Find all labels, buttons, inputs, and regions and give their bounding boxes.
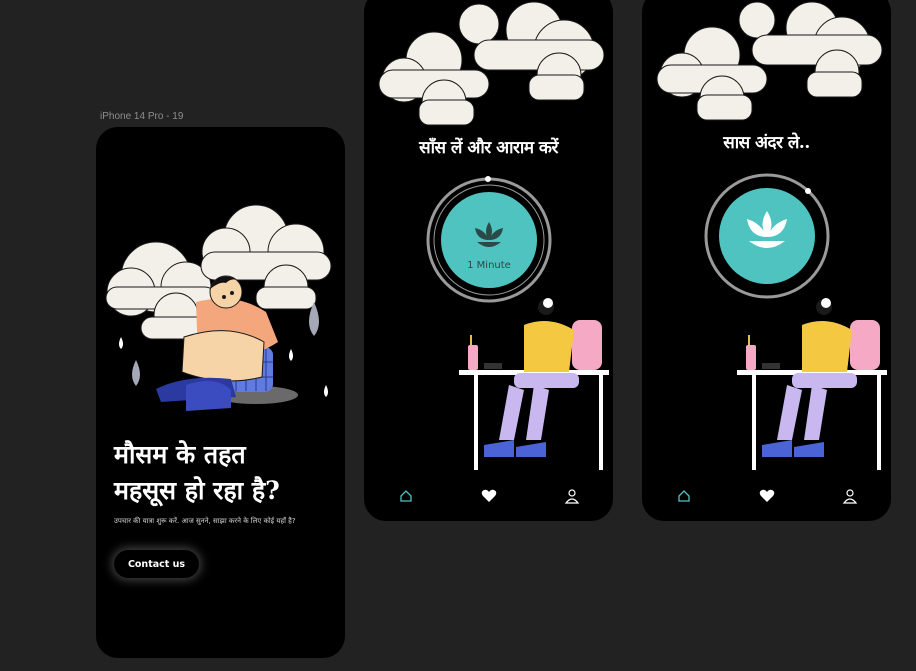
profile-icon[interactable] [552,481,592,511]
phone-screen-inhale: सास अंदर ले.. [642,0,891,521]
clouds-illustration [378,1,605,126]
breathing-timer[interactable] [702,171,832,301]
phone-screen-mood: मौसम के तहत महसूस हो रहा है? उपचार की या… [96,127,345,658]
frame-label: iPhone 14 Pro - 19 [100,111,184,122]
breathe-title: साँस लें और आराम करें [419,138,558,158]
bottom-nav [642,471,891,521]
phone-screen-breathe: साँस लें और आराम करें 1 Minute [364,0,613,521]
timer-label: 1 Minute [467,260,511,271]
clouds-illustration [656,1,883,121]
bottom-nav [364,471,613,521]
home-icon[interactable] [386,481,426,511]
sad-person-illustration [105,204,332,411]
home-icon[interactable] [664,481,704,511]
design-canvas: iPhone 14 Pro - 19 मौसम के तहत महसूस हो … [0,0,916,671]
breathing-timer[interactable] [424,175,554,305]
profile-icon[interactable] [830,481,870,511]
headline-line-2: महसूस हो रहा है? [114,476,280,505]
heart-icon[interactable] [469,481,509,511]
headline-line-1: मौसम के तहत [114,440,246,469]
inhale-title: सास अंदर ले.. [723,133,810,153]
person-at-desk-illustration [459,298,609,470]
person-at-desk-illustration [737,298,887,470]
headline: मौसम के तहत महसूस हो रहा है? [114,437,334,509]
contact-us-button[interactable]: Contact us [114,550,199,578]
subtext: उपचार की यात्रा शुरू करें. आज सुनने, साझ… [114,517,296,525]
heart-icon[interactable] [747,481,787,511]
